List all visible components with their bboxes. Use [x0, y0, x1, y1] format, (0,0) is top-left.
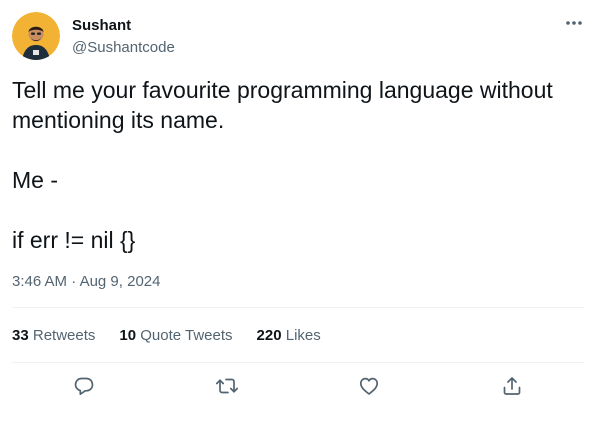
tweet-timestamp: 3:46 AM · Aug 9, 2024: [12, 272, 160, 292]
reply-icon: [73, 375, 95, 402]
tweet-text: Tell me your favourite programming langu…: [12, 75, 582, 255]
meta-separator: ·: [71, 273, 77, 290]
reply-button[interactable]: [70, 374, 98, 402]
quote-tweets-label: Quote Tweets: [140, 327, 233, 344]
engagement-stats: 33 Retweets 10 Quote Tweets 220 Likes: [12, 326, 345, 346]
tweet-time[interactable]: 3:46 AM: [12, 273, 67, 290]
author-name[interactable]: Sushant: [72, 16, 131, 36]
more-button[interactable]: [562, 10, 586, 34]
share-icon: [501, 375, 523, 402]
likes-label: Likes: [285, 327, 321, 344]
retweets-count: 33: [12, 327, 29, 344]
avatar[interactable]: [12, 12, 60, 60]
retweet-icon: [215, 375, 239, 402]
retweets-stat[interactable]: 33 Retweets: [12, 326, 95, 346]
tweet-line: mentioning its name.: [12, 107, 225, 133]
tweet-date[interactable]: Aug 9, 2024: [80, 273, 161, 290]
tweet-line: Tell me your favourite programming langu…: [12, 77, 553, 103]
quote-tweets-stat[interactable]: 10 Quote Tweets: [119, 326, 232, 346]
divider: [12, 307, 584, 308]
quote-tweets-count: 10: [119, 327, 137, 344]
tweet-line: Me -: [12, 167, 58, 193]
share-button[interactable]: [498, 374, 526, 402]
action-bar: [0, 374, 596, 402]
divider: [12, 362, 584, 363]
more-horizontal-icon: [565, 13, 583, 31]
tweet-line: if err != nil {}: [12, 227, 136, 253]
heart-icon: [358, 375, 380, 402]
likes-count: 220: [256, 327, 282, 344]
likes-stat[interactable]: 220 Likes: [257, 326, 321, 346]
retweet-button[interactable]: [213, 374, 241, 402]
like-button[interactable]: [355, 374, 383, 402]
author-handle[interactable]: @Sushantcode: [72, 38, 175, 58]
tweet-card: Sushant @Sushantcode Tell me your favour…: [0, 0, 596, 424]
retweets-label: Retweets: [32, 327, 96, 344]
